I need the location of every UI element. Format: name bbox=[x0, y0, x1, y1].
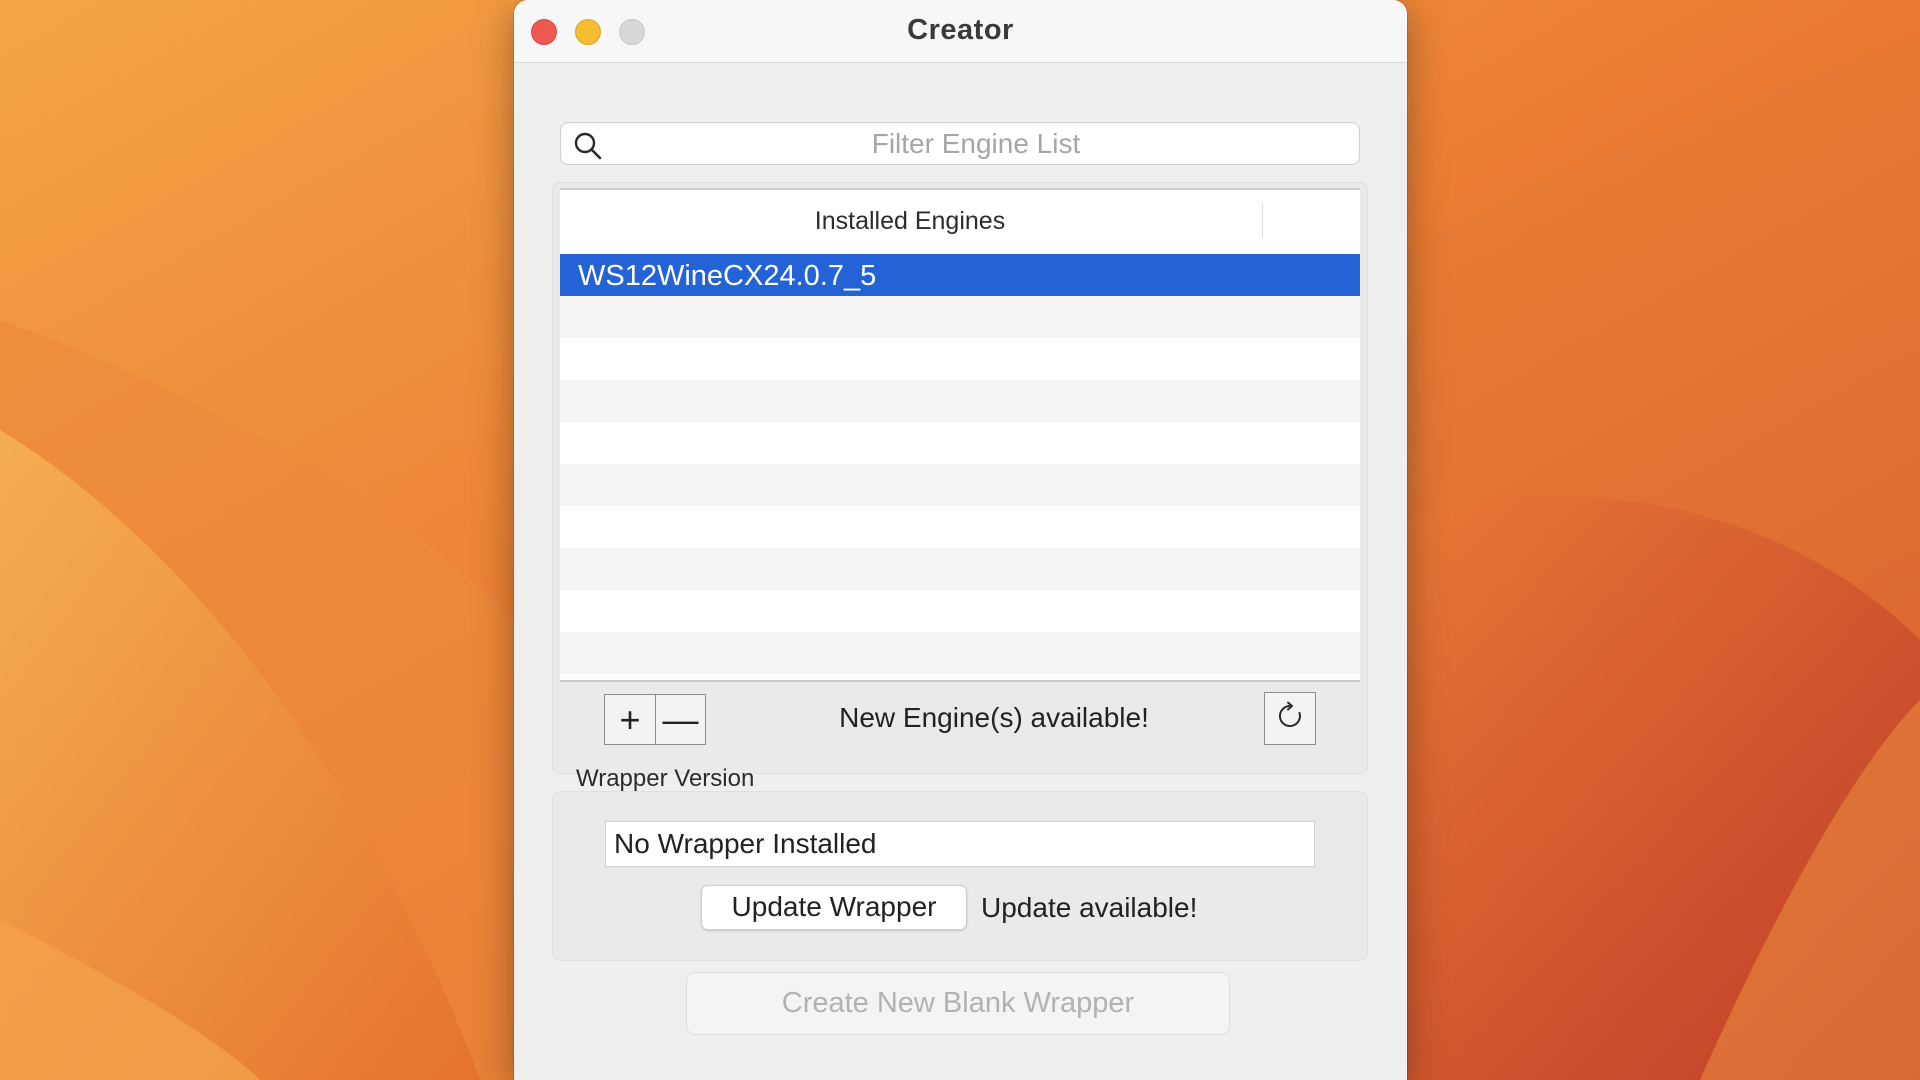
update-wrapper-button[interactable]: Update Wrapper bbox=[701, 885, 967, 930]
empty-row bbox=[560, 338, 1360, 380]
empty-row bbox=[560, 548, 1360, 590]
table-divider bbox=[560, 680, 1360, 682]
empty-row bbox=[560, 632, 1360, 674]
wrapper-version-field: No Wrapper Installed bbox=[605, 821, 1315, 867]
engine-search-input[interactable] bbox=[611, 123, 1341, 164]
engine-status-text: New Engine(s) available! bbox=[839, 702, 1149, 733]
table-row[interactable]: WS12WineCX24.0.7_5 bbox=[560, 254, 1360, 296]
creator-window: Creator Installed Engines WS12WineCX24.0… bbox=[514, 0, 1407, 1080]
column-divider bbox=[1262, 204, 1263, 238]
window-title: Creator bbox=[907, 14, 1014, 46]
plus-icon: + bbox=[619, 698, 641, 740]
table-header: Installed Engines bbox=[560, 190, 1360, 252]
remove-engine-button[interactable]: — bbox=[655, 694, 706, 745]
empty-row bbox=[560, 590, 1360, 632]
minus-icon: — bbox=[662, 698, 699, 740]
empty-row bbox=[560, 506, 1360, 548]
empty-row bbox=[560, 464, 1360, 506]
engine-name: WS12WineCX24.0.7_5 bbox=[578, 260, 877, 292]
refresh-engines-button[interactable] bbox=[1264, 692, 1316, 745]
wrapper-update-status: Update available! bbox=[981, 892, 1198, 923]
create-new-blank-wrapper-button[interactable]: Create New Blank Wrapper bbox=[686, 972, 1230, 1035]
title-bar[interactable]: Creator bbox=[514, 0, 1407, 63]
empty-row bbox=[560, 296, 1360, 338]
add-engine-button[interactable]: + bbox=[604, 694, 655, 745]
engine-rows: WS12WineCX24.0.7_5 bbox=[560, 254, 1360, 674]
empty-row bbox=[560, 380, 1360, 422]
search-icon bbox=[573, 131, 603, 161]
column-header-installed-engines[interactable]: Installed Engines bbox=[560, 207, 1260, 236]
engine-search-box[interactable] bbox=[560, 122, 1360, 165]
wrapper-group-box bbox=[552, 791, 1368, 961]
empty-row bbox=[560, 422, 1360, 464]
installed-engines-table[interactable]: Installed Engines WS12WineCX24.0.7_5 bbox=[560, 188, 1360, 682]
refresh-icon bbox=[1275, 701, 1305, 736]
wrapper-version-label: Wrapper Version bbox=[576, 765, 755, 792]
